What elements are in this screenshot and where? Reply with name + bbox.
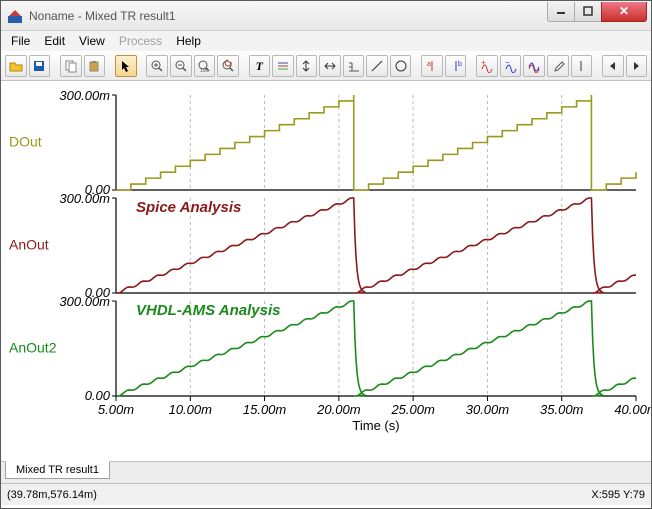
grid-button[interactable]: [343, 55, 365, 77]
circle-tool-button[interactable]: [390, 55, 412, 77]
svg-text:300.00m: 300.00m: [59, 294, 110, 309]
svg-text:Time (s): Time (s): [352, 418, 399, 433]
menu-help[interactable]: Help: [170, 32, 207, 50]
save-button[interactable]: [29, 55, 51, 77]
svg-text:0.00: 0.00: [85, 388, 111, 403]
plot-area[interactable]: 300.00m0.00DOut300.00m0.00AnOutSpice Ana…: [1, 81, 651, 461]
svg-text:20.00m: 20.00m: [316, 402, 361, 417]
svg-text:b: b: [458, 61, 462, 68]
svg-text:Spice Analysis: Spice Analysis: [136, 199, 241, 216]
tab-result[interactable]: Mixed TR result1: [5, 461, 110, 479]
legend-button[interactable]: [272, 55, 294, 77]
add-trace-button[interactable]: +: [476, 55, 498, 77]
svg-text:AnOut2: AnOut2: [9, 340, 57, 356]
svg-text:15.00m: 15.00m: [243, 402, 287, 417]
svg-text:30.00m: 30.00m: [466, 402, 510, 417]
menu-process[interactable]: Process: [113, 32, 168, 50]
line-tool-button[interactable]: [366, 55, 388, 77]
pointer-button[interactable]: [115, 55, 137, 77]
zoom-out-button[interactable]: [170, 55, 192, 77]
svg-text:AnOut: AnOut: [9, 237, 49, 253]
open-button[interactable]: [5, 55, 27, 77]
svg-text:100: 100: [200, 68, 209, 73]
svg-text:5.00m: 5.00m: [98, 402, 134, 417]
svg-text:VHDL-AMS Analysis: VHDL-AMS Analysis: [136, 302, 280, 319]
svg-text:300.00m: 300.00m: [59, 88, 110, 103]
prev-button[interactable]: [602, 55, 624, 77]
tabstrip: Mixed TR result1: [1, 461, 651, 483]
paste-button[interactable]: [84, 55, 106, 77]
app-icon: [7, 8, 23, 24]
svg-text:35.00m: 35.00m: [540, 402, 584, 417]
remove-trace-button[interactable]: −: [500, 55, 522, 77]
multi-trace-button[interactable]: [523, 55, 545, 77]
eyedropper-button[interactable]: [547, 55, 569, 77]
menu-edit[interactable]: Edit: [38, 32, 71, 50]
svg-text:10.00m: 10.00m: [169, 402, 213, 417]
maximize-button[interactable]: [574, 2, 602, 22]
next-button[interactable]: [626, 55, 648, 77]
status-xy: X:595 Y:79: [591, 489, 645, 501]
cursor-b-button[interactable]: b: [445, 55, 467, 77]
svg-text:a: a: [427, 61, 431, 68]
svg-text:300.00m: 300.00m: [59, 191, 110, 206]
zoom-reset-button[interactable]: [217, 55, 239, 77]
statusbar: (39.78m,576.14m) X:595 Y:79: [1, 483, 651, 505]
menubar: File Edit View Process Help: [1, 31, 651, 51]
text-tool-button[interactable]: T: [249, 55, 271, 77]
close-button[interactable]: ✕: [601, 2, 647, 22]
scale-x-button[interactable]: [319, 55, 341, 77]
zoom-fit-button[interactable]: 100: [194, 55, 216, 77]
scale-y-button[interactable]: [296, 55, 318, 77]
minimize-button[interactable]: [547, 2, 575, 22]
copy-button[interactable]: [60, 55, 82, 77]
svg-text:−: −: [505, 59, 510, 67]
zoom-in-button[interactable]: [146, 55, 168, 77]
cursor-a-button[interactable]: a: [421, 55, 443, 77]
svg-text:DOut: DOut: [9, 134, 42, 150]
marker-button[interactable]: [571, 55, 593, 77]
toolbar: 100 T a b + −: [1, 51, 651, 81]
status-coords: (39.78m,576.14m): [7, 489, 97, 501]
menu-view[interactable]: View: [73, 32, 111, 50]
svg-text:25.00m: 25.00m: [390, 402, 435, 417]
svg-text:+: +: [481, 59, 486, 67]
svg-text:40.00m: 40.00m: [614, 402, 651, 417]
window-title: Noname - Mixed TR result1: [29, 9, 548, 23]
menu-file[interactable]: File: [5, 32, 36, 50]
